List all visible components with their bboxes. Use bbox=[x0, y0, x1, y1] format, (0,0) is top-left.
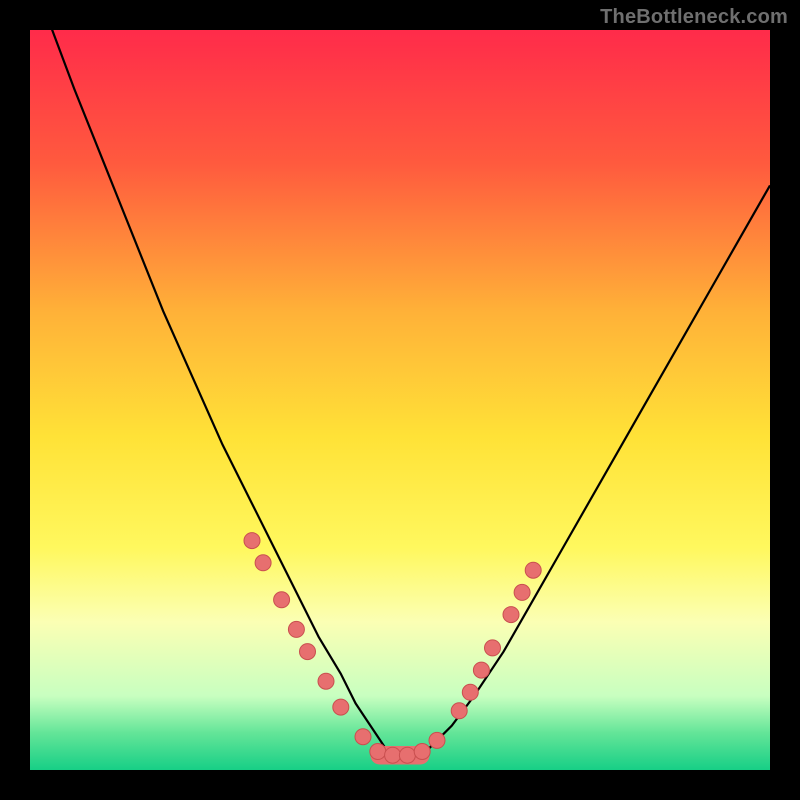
curve-markers bbox=[244, 533, 541, 764]
curve-marker bbox=[288, 621, 304, 637]
curve-marker bbox=[300, 644, 316, 660]
chart-frame: TheBottleneck.com bbox=[0, 0, 800, 800]
curve-marker bbox=[385, 747, 401, 763]
curve-marker bbox=[370, 744, 386, 760]
curve-marker bbox=[451, 703, 467, 719]
curve-marker bbox=[274, 592, 290, 608]
curve-marker bbox=[485, 640, 501, 656]
chart-overlay bbox=[30, 30, 770, 770]
curve-marker bbox=[514, 584, 530, 600]
curve-marker bbox=[333, 699, 349, 715]
curve-marker bbox=[355, 729, 371, 745]
curve-marker bbox=[525, 562, 541, 578]
curve-marker bbox=[473, 662, 489, 678]
curve-marker bbox=[399, 747, 415, 763]
curve-marker bbox=[462, 684, 478, 700]
bottleneck-curve bbox=[30, 0, 770, 755]
curve-marker bbox=[503, 607, 519, 623]
curve-marker bbox=[429, 732, 445, 748]
curve-marker bbox=[414, 744, 430, 760]
watermark-text: TheBottleneck.com bbox=[600, 6, 788, 29]
curve-marker bbox=[255, 555, 271, 571]
curve-marker bbox=[318, 673, 334, 689]
curve-marker bbox=[244, 533, 260, 549]
